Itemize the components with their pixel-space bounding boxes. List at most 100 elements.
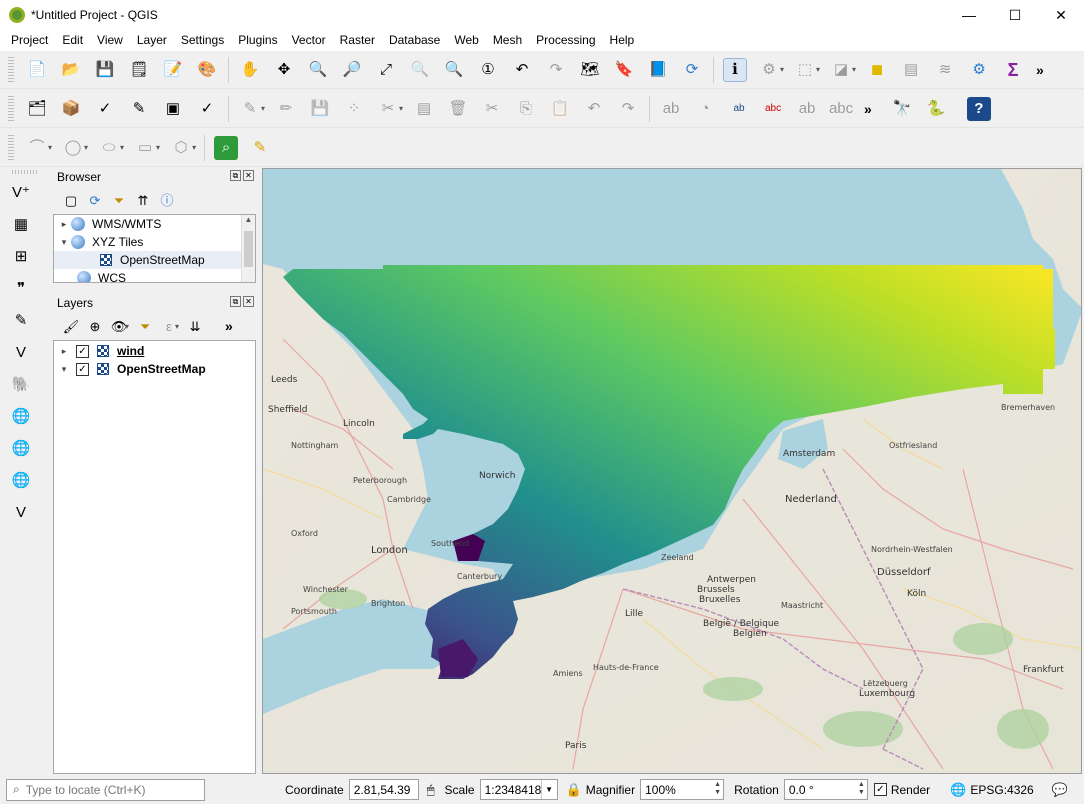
layer-item-wind[interactable]: ▸ ✓ wind: [54, 342, 255, 360]
menu-plugins[interactable]: Plugins: [231, 30, 284, 51]
menu-help[interactable]: Help: [603, 30, 642, 51]
open-project-icon[interactable]: 📂: [59, 58, 83, 82]
menu-layer[interactable]: Layer: [130, 30, 174, 51]
statistical-summary-icon[interactable]: ≋: [933, 58, 957, 82]
add-circle-icon[interactable]: ◯: [61, 136, 85, 160]
add-ellipse-icon[interactable]: ⬭: [97, 136, 121, 160]
pan-hand-icon[interactable]: ✋: [238, 58, 262, 82]
show-hide-labels-icon[interactable]: abc: [829, 97, 853, 121]
collapse-arrow-icon[interactable]: ▾: [58, 364, 70, 375]
add-postgis-layer-icon[interactable]: 🐘: [8, 371, 34, 397]
zoom-native-icon[interactable]: ①: [476, 58, 500, 82]
filter-legend-icon[interactable]: ⏷: [136, 317, 154, 335]
plugin-tool-icon[interactable]: ✎: [248, 136, 272, 160]
select-by-value-icon[interactable]: ◪: [829, 58, 853, 82]
locator-search-icon[interactable]: ⌕: [214, 135, 239, 160]
run-feature-action-icon[interactable]: ⚙: [757, 58, 781, 82]
metasearch-icon[interactable]: 🔭: [890, 97, 914, 121]
layer-item-openstreetmap[interactable]: ▾ ✓ OpenStreetMap: [54, 360, 255, 378]
copy-features-icon[interactable]: ⎘: [514, 97, 538, 121]
filter-by-expression-icon[interactable]: ε: [160, 317, 178, 335]
layer-visibility-checkbox[interactable]: ✓: [76, 344, 89, 358]
add-vector-layer-icon[interactable]: V⁺: [8, 179, 34, 205]
lock-icon[interactable]: 🔒: [566, 782, 582, 798]
move-label-icon[interactable]: ab: [795, 97, 819, 121]
add-wfs-layer-icon[interactable]: V: [8, 499, 34, 525]
float-panel-button[interactable]: ⧉: [230, 170, 241, 181]
add-raster-layer-icon[interactable]: ▦: [8, 211, 34, 237]
refresh-icon[interactable]: ⟳: [680, 58, 704, 82]
toolbar-grip[interactable]: [8, 134, 14, 161]
deselect-features-icon[interactable]: ◼: [865, 58, 889, 82]
add-spatialite-layer-icon[interactable]: ✎: [8, 307, 34, 333]
add-rectangle-icon[interactable]: ▭: [133, 136, 157, 160]
pin-labels-icon[interactable]: ab: [727, 97, 751, 121]
help-icon[interactable]: ?: [966, 96, 991, 121]
open-layer-styling-icon[interactable]: 🖌: [62, 317, 80, 335]
open-data-source-manager-icon[interactable]: 🗂: [25, 97, 49, 121]
new-map-view-icon[interactable]: 🗺: [578, 58, 602, 82]
zoom-next-icon[interactable]: ↷: [544, 58, 568, 82]
zoom-last-icon[interactable]: ↶: [510, 58, 534, 82]
chevron-down-icon[interactable]: ▼: [540, 780, 557, 799]
cut-features-icon[interactable]: ✂: [480, 97, 504, 121]
menu-edit[interactable]: Edit: [55, 30, 90, 51]
add-delimited-text-icon[interactable]: ❞: [8, 275, 34, 301]
close-panel-button[interactable]: ✕: [243, 296, 254, 307]
properties-icon[interactable]: ⓘ: [158, 191, 176, 209]
style-manager-icon[interactable]: 🎨: [195, 58, 219, 82]
messages-icon[interactable]: 💬: [1052, 782, 1068, 798]
save-project-icon[interactable]: 💾: [93, 58, 117, 82]
new-project-icon[interactable]: 📄: [25, 58, 49, 82]
expand-arrow-icon[interactable]: ▸: [58, 346, 70, 357]
identify-features-icon[interactable]: ℹ: [723, 57, 747, 82]
add-wms-layer-icon[interactable]: 🌐: [8, 403, 34, 429]
sum-icon[interactable]: Σ: [1001, 58, 1025, 82]
zoom-to-selection-icon[interactable]: 🔍: [408, 58, 432, 82]
add-selected-layers-icon[interactable]: ▢: [62, 191, 80, 209]
add-xyz-layer-icon[interactable]: 🌐: [8, 435, 34, 461]
float-panel-button[interactable]: ⧉: [230, 296, 241, 307]
maximize-button[interactable]: ☐: [992, 0, 1038, 30]
menu-database[interactable]: Database: [382, 30, 447, 51]
layout-manager-icon[interactable]: 📝: [161, 58, 185, 82]
modify-attributes-icon[interactable]: ▤: [412, 97, 436, 121]
attribute-table-icon[interactable]: ▤: [899, 58, 923, 82]
toolbar-more-button[interactable]: »: [1036, 62, 1044, 78]
collapse-all-icon[interactable]: ⇈: [134, 191, 152, 209]
save-edits-icon[interactable]: 💾: [308, 97, 332, 121]
menu-raster[interactable]: Raster: [333, 30, 382, 51]
label-toolbar-icon[interactable]: ab: [659, 97, 683, 121]
filter-browser-icon[interactable]: ⏷: [110, 191, 128, 209]
vertex-tool-icon[interactable]: ✂: [376, 97, 400, 121]
bookmarks-manager-icon[interactable]: 📘: [646, 58, 670, 82]
menu-mesh[interactable]: Mesh: [486, 30, 529, 51]
python-console-icon[interactable]: 🐍: [924, 97, 948, 121]
toggle-extents-icon[interactable]: 🖱: [427, 782, 435, 798]
new-print-layout-icon[interactable]: 🗒: [127, 58, 151, 82]
collapse-arrow-icon[interactable]: ▾: [58, 237, 70, 248]
new-temporary-layer-icon[interactable]: ✎: [127, 97, 151, 121]
magnifier-spinbox[interactable]: 100% ▲ ▼: [640, 779, 725, 800]
layers-more-button[interactable]: »: [225, 318, 233, 334]
menu-view[interactable]: View: [90, 30, 130, 51]
current-edits-icon[interactable]: ✎: [238, 97, 262, 121]
browser-item-wms[interactable]: ▸ WMS/WMTS: [54, 215, 255, 233]
browser-item-openstreetmap[interactable]: OpenStreetMap: [54, 251, 255, 269]
select-features-icon[interactable]: ⬚: [793, 58, 817, 82]
rotation-spinbox[interactable]: 0.0 ° ▲ ▼: [783, 779, 868, 800]
zoom-to-layer-icon[interactable]: 🔍: [442, 58, 466, 82]
expand-all-icon[interactable]: ⇊: [186, 317, 204, 335]
add-group-icon[interactable]: ⊕: [86, 317, 104, 335]
coordinate-field[interactable]: 2.81,54.39: [348, 779, 419, 800]
zoom-out-icon[interactable]: 🔎: [340, 58, 364, 82]
toggle-editing-icon[interactable]: ✏: [274, 97, 298, 121]
menu-vector[interactable]: Vector: [285, 30, 333, 51]
new-geopackage-layer-icon[interactable]: 📦: [59, 97, 83, 121]
locator-search-input[interactable]: ⌕ Type to locate (Ctrl+K): [6, 778, 205, 801]
expand-arrow-icon[interactable]: ▸: [58, 219, 70, 230]
highlight-labels-icon[interactable]: abc: [761, 97, 785, 121]
crs-button[interactable]: EPSG:4326: [970, 783, 1033, 797]
crs-globe-icon[interactable]: 🌐: [950, 782, 966, 798]
processing-toolbox-icon[interactable]: ⚙: [967, 58, 991, 82]
